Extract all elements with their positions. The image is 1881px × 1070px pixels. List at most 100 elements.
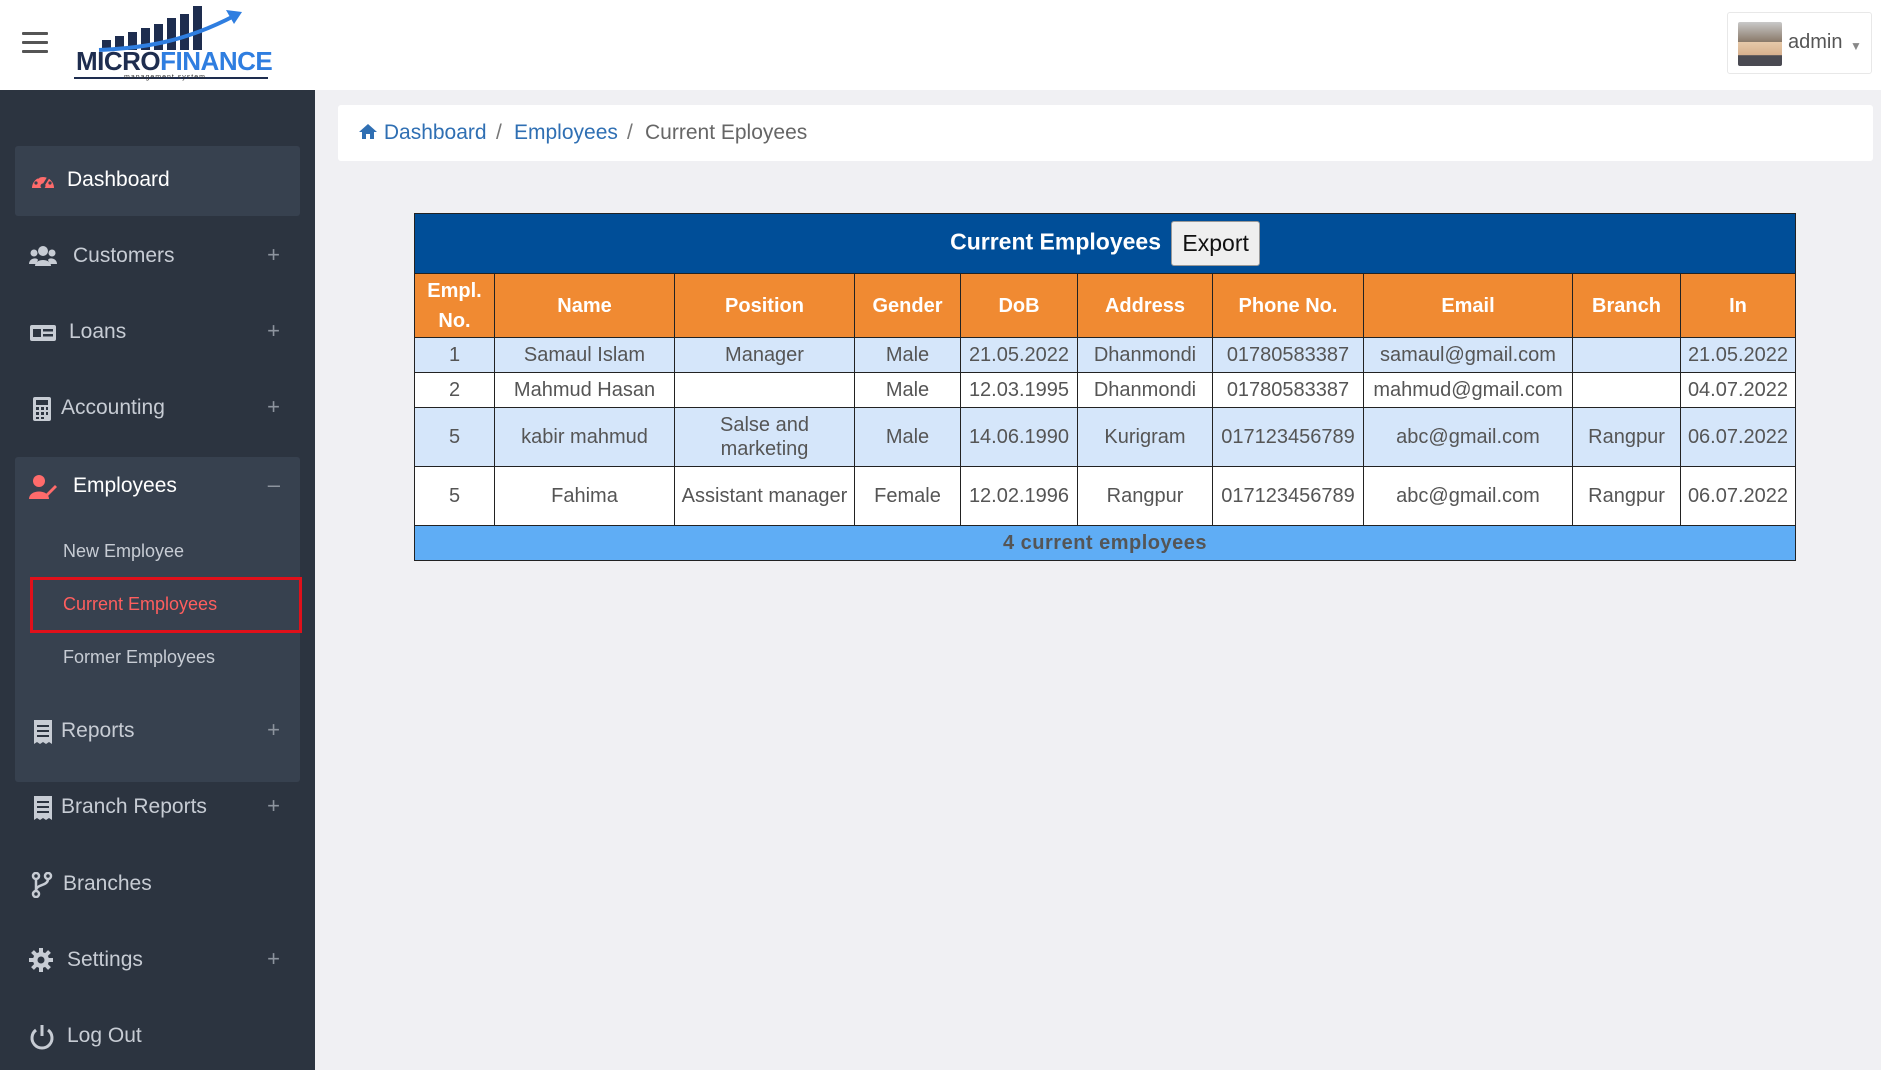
sidebar-item-settings[interactable]: Settings + xyxy=(15,926,300,996)
table-cell: 2 xyxy=(414,372,495,408)
column-header: Email xyxy=(1363,273,1573,338)
column-header: Empl. No. xyxy=(414,273,495,338)
user-edit-icon xyxy=(29,475,57,499)
breadcrumb-label: Dashboard xyxy=(383,121,487,144)
table-cell: 12.03.1995 xyxy=(960,372,1078,408)
table-cell: Dhanmondi xyxy=(1077,372,1213,408)
employee-count: 4 current employees xyxy=(414,525,1796,561)
money-icon xyxy=(30,325,56,341)
table-header-row: Empl. No. Name Position Gender DoB Addre… xyxy=(414,273,1796,338)
breadcrumb-separator: / xyxy=(496,121,502,144)
logo-text: MICROFINANCE xyxy=(76,46,273,76)
table-row: 2 Mahmud Hasan Male 12.03.1995 Dhanmondi… xyxy=(414,372,1796,408)
expand-plus-icon: + xyxy=(267,946,280,971)
breadcrumb-employees-link[interactable]: Employees xyxy=(514,121,618,145)
submenu-former-employees[interactable]: Former Employees xyxy=(63,647,215,668)
table-cell: Assistant manager xyxy=(674,466,855,526)
expand-plus-icon: + xyxy=(267,793,280,818)
table-cell xyxy=(674,372,855,408)
table-cell: Rangpur xyxy=(1572,407,1681,467)
column-header: Branch xyxy=(1572,273,1681,338)
column-header: In xyxy=(1680,273,1796,338)
table-cell: Kurigram xyxy=(1077,407,1213,467)
users-icon xyxy=(29,246,57,266)
table-cell: 04.07.2022 xyxy=(1680,372,1796,408)
calculator-icon xyxy=(33,397,51,421)
table-cell: Female xyxy=(854,466,961,526)
sidebar-item-employees[interactable]: Employees – xyxy=(15,452,300,522)
table-cell: 06.07.2022 xyxy=(1680,466,1796,526)
table-cell: Male xyxy=(854,337,961,373)
table-cell: 12.02.1996 xyxy=(960,466,1078,526)
expand-plus-icon: + xyxy=(267,318,280,343)
column-header: DoB xyxy=(960,273,1078,338)
breadcrumb-dashboard-link[interactable]: Dashboard xyxy=(358,121,487,145)
sidebar-item-label: Branch Reports xyxy=(61,795,207,818)
submenu-new-employee[interactable]: New Employee xyxy=(63,541,184,562)
app-logo[interactable]: MICROFINANCE management system xyxy=(74,4,274,82)
table-title: Current Employees xyxy=(950,228,1162,255)
column-header: Position xyxy=(674,273,855,338)
sidebar-item-loans[interactable]: Loans + xyxy=(15,298,300,368)
table-cell: samaul@gmail.com xyxy=(1363,337,1573,373)
table-row: 5 kabir mahmud Salse and marketing Male … xyxy=(414,407,1796,467)
expand-plus-icon: + xyxy=(267,717,280,742)
sidebar-item-customers[interactable]: Customers + xyxy=(15,222,300,292)
sidebar-item-branches[interactable]: Branches xyxy=(15,850,300,920)
breadcrumb-separator: / xyxy=(627,121,633,144)
sidebar-item-label: Dashboard xyxy=(67,168,170,191)
table-row: 5 Fahima Assistant manager Female 12.02.… xyxy=(414,466,1796,526)
sidebar-item-label: Loans xyxy=(69,320,127,343)
table-cell: Salse and marketing xyxy=(674,407,855,467)
expand-plus-icon: + xyxy=(267,242,280,267)
table-cell: 017123456789 xyxy=(1212,407,1364,467)
table-title-row: Current Employees Export xyxy=(414,213,1796,274)
receipt-icon xyxy=(34,720,52,744)
sidebar-item-branch-reports[interactable]: Branch Reports + xyxy=(15,773,300,843)
column-header: Gender xyxy=(854,273,961,338)
export-button[interactable]: Export xyxy=(1171,221,1260,266)
table-cell: kabir mahmud xyxy=(494,407,675,467)
table-cell: 21.05.2022 xyxy=(960,337,1078,373)
table-cell: Fahima xyxy=(494,466,675,526)
table-cell: Mahmud Hasan xyxy=(494,372,675,408)
branch-icon xyxy=(31,872,53,898)
sidebar-item-label: Customers xyxy=(73,244,175,267)
sidebar-item-dashboard[interactable]: Dashboard xyxy=(15,146,300,216)
table-cell: 1 xyxy=(414,337,495,373)
breadcrumb: Dashboard / Employees / Current Eployees xyxy=(338,105,1873,161)
sidebar-item-label: Accounting xyxy=(61,396,165,419)
gear-icon xyxy=(29,948,53,972)
table-cell: Dhanmondi xyxy=(1077,337,1213,373)
top-bar: MICROFINANCE management system admin ▼ xyxy=(0,0,1881,90)
sidebar-item-logout[interactable]: Log Out xyxy=(15,1002,300,1070)
table-row: 1 Samaul Islam Manager Male 21.05.2022 D… xyxy=(414,337,1796,373)
table-cell: Male xyxy=(854,372,961,408)
table-cell: Manager xyxy=(674,337,855,373)
table-cell: Rangpur xyxy=(1077,466,1213,526)
table-cell: Male xyxy=(854,407,961,467)
table-cell: 06.07.2022 xyxy=(1680,407,1796,467)
logo-subtitle: management system xyxy=(124,74,206,81)
table-cell: mahmud@gmail.com xyxy=(1363,372,1573,408)
sidebar-item-label: Reports xyxy=(61,719,135,742)
employees-table: Current Employees Export Empl. No. Name … xyxy=(414,213,1796,561)
table-cell: 14.06.1990 xyxy=(960,407,1078,467)
user-menu[interactable]: admin ▼ xyxy=(1727,12,1872,74)
sidebar-item-label: Settings xyxy=(67,948,143,971)
avatar xyxy=(1738,22,1782,66)
column-header: Name xyxy=(494,273,675,338)
table-cell: 01780583387 xyxy=(1212,372,1364,408)
power-icon xyxy=(30,1025,54,1050)
sidebar-item-accounting[interactable]: Accounting + xyxy=(15,374,300,444)
home-icon xyxy=(359,124,377,139)
table-cell: abc@gmail.com xyxy=(1363,466,1573,526)
sidebar-item-label: Branches xyxy=(63,872,152,895)
selection-highlight xyxy=(30,577,302,633)
sidebar-item-label: Employees xyxy=(73,474,177,497)
column-header: Phone No. xyxy=(1212,273,1364,338)
table-title-cell: Current Employees Export xyxy=(414,213,1796,274)
menu-toggle-icon[interactable] xyxy=(22,32,48,54)
table-cell: abc@gmail.com xyxy=(1363,407,1573,467)
sidebar-item-reports[interactable]: Reports + xyxy=(15,697,300,767)
